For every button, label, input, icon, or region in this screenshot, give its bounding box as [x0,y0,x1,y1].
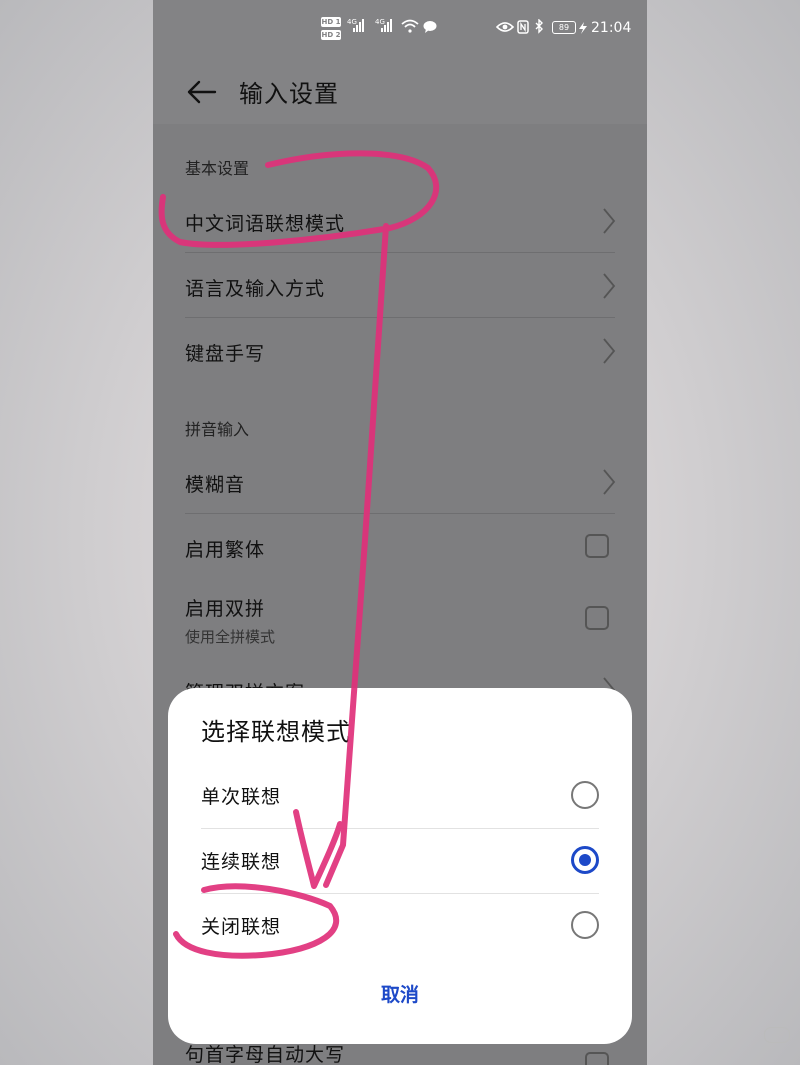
battery-icon: 89 [552,21,576,34]
checkbox-auto-capitalize[interactable] [585,1052,609,1065]
signal-icon [353,18,364,32]
option-label: 连续联想 [201,851,282,873]
app-bar: 输入设置 [153,60,647,124]
page-title: 输入设置 [239,80,339,108]
row-label: 中文词语联想模式 [185,213,346,235]
settings-row-traditional-chinese[interactable]: 启用繁体 [153,515,647,579]
signal-icon [381,18,392,32]
settings-row-language-input[interactable]: 语言及输入方式 [153,254,647,318]
option-label: 单次联想 [201,786,282,808]
radio-single-association[interactable] [571,781,599,809]
section-header-basic: 基本设置 [185,159,250,178]
arrow-left-icon[interactable] [185,76,217,108]
option-label: 关闭联想 [201,916,282,938]
bluetooth-icon [535,19,543,34]
settings-row-double-pinyin[interactable]: 启用双拼 使用全拼模式 [153,580,647,664]
hd-badge: HD 1 [321,17,341,27]
status-bar: HD 1 HD 2 4G 4G 89 21:04 [153,0,647,60]
radio-close-association[interactable] [571,911,599,939]
association-mode-dialog: 选择联想模式 单次联想 连续联想 关闭联想 取消 [168,688,632,1044]
row-label: 启用繁体 [185,539,266,561]
eye-icon [496,22,514,32]
charging-icon [579,22,587,34]
settings-row-keyboard-handwriting[interactable]: 键盘手写 [153,319,647,383]
dialog-title: 选择联想模式 [201,718,351,746]
chevron-right-icon [603,208,616,234]
section-header-pinyin: 拼音输入 [185,420,250,439]
radio-continuous-association[interactable] [571,846,599,874]
nfc-icon [517,20,529,34]
checkbox-traditional[interactable] [585,534,609,558]
settings-row-fuzzy-pinyin[interactable]: 模糊音 [153,450,647,514]
cancel-button[interactable]: 取消 [168,980,632,1007]
row-label: 键盘手写 [185,343,266,365]
checkbox-double-pinyin[interactable] [585,606,609,630]
status-time: 21:04 [591,20,632,36]
settings-row-word-association[interactable]: 中文词语联想模式 [153,189,647,253]
divider [185,317,615,318]
watermark-icon [764,1027,790,1043]
row-label: 语言及输入方式 [185,278,326,300]
divider [185,252,615,253]
row-label: 模糊音 [185,474,246,496]
divider [185,513,615,514]
chevron-right-icon [603,273,616,299]
wifi-icon [401,19,419,33]
row-sublabel: 使用全拼模式 [185,628,276,646]
chevron-right-icon [603,469,616,495]
hd-badge: HD 2 [321,30,341,40]
row-label: 启用双拼 [185,598,266,620]
option-single-association[interactable]: 单次联想 [201,764,599,829]
option-close-association[interactable]: 关闭联想 [201,894,599,959]
message-icon [423,21,437,33]
chevron-right-icon [603,338,616,364]
option-continuous-association[interactable]: 连续联想 [201,829,599,894]
